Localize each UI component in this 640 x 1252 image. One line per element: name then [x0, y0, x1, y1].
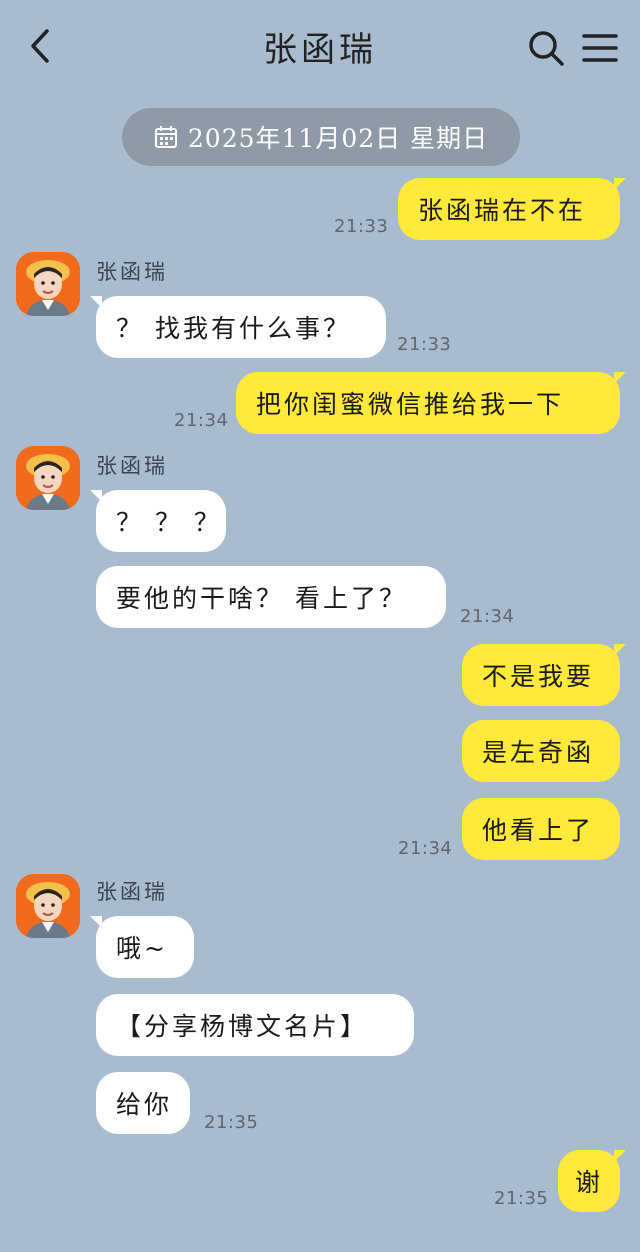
menu-button[interactable]	[580, 30, 620, 66]
avatar[interactable]	[16, 874, 80, 938]
message-time: 21:35	[494, 1188, 549, 1209]
message-bubble-outgoing[interactable]: 不是我要	[462, 644, 626, 706]
message-bubble-outgoing[interactable]: 他看上了	[462, 798, 620, 860]
message-bubble-incoming[interactable]: 哦~	[90, 916, 194, 978]
message-bubble-outgoing[interactable]: 把你闺蜜微信推给我一下	[236, 372, 626, 434]
calendar-icon	[154, 126, 177, 148]
sender-name: 张函瑞	[96, 260, 168, 284]
message-bubble-incoming[interactable]: 要他的干啥？ 看上了？	[96, 566, 446, 628]
message-bubble-incoming[interactable]: 给你	[96, 1072, 190, 1134]
avatar[interactable]	[16, 446, 80, 510]
message-time: 21:34	[398, 838, 453, 859]
message-bubble-incoming[interactable]: 【分享杨博文名片】	[96, 994, 414, 1056]
message-time: 21:33	[334, 216, 389, 237]
hamburger-menu-icon	[582, 34, 618, 62]
date-text: 2025年11月02日 星期日	[187, 124, 489, 153]
message-bubble-incoming[interactable]: ？ 找我有什么事？	[90, 296, 386, 358]
avatar-image	[16, 252, 80, 316]
avatar[interactable]	[16, 252, 80, 316]
chat-header: 张函瑞	[0, 0, 640, 96]
message-time: 21:34	[460, 606, 515, 627]
message-bubble-outgoing[interactable]: 谢	[558, 1150, 626, 1212]
message-time: 21:35	[204, 1112, 259, 1133]
sender-name: 张函瑞	[96, 880, 168, 904]
search-button[interactable]	[526, 28, 566, 68]
message-time: 21:34	[174, 410, 229, 431]
message-bubble-outgoing[interactable]: 张函瑞在不在	[398, 178, 626, 240]
avatar-image	[16, 874, 80, 938]
message-time: 21:33	[397, 334, 452, 355]
message-bubble-outgoing[interactable]: 是左奇函	[462, 720, 620, 782]
search-icon	[529, 31, 564, 66]
avatar-image	[16, 446, 80, 510]
date-separator: 2025年11月02日 星期日	[122, 108, 520, 166]
sender-name: 张函瑞	[96, 454, 168, 478]
message-bubble-incoming[interactable]: ？ ？ ？	[90, 490, 226, 552]
